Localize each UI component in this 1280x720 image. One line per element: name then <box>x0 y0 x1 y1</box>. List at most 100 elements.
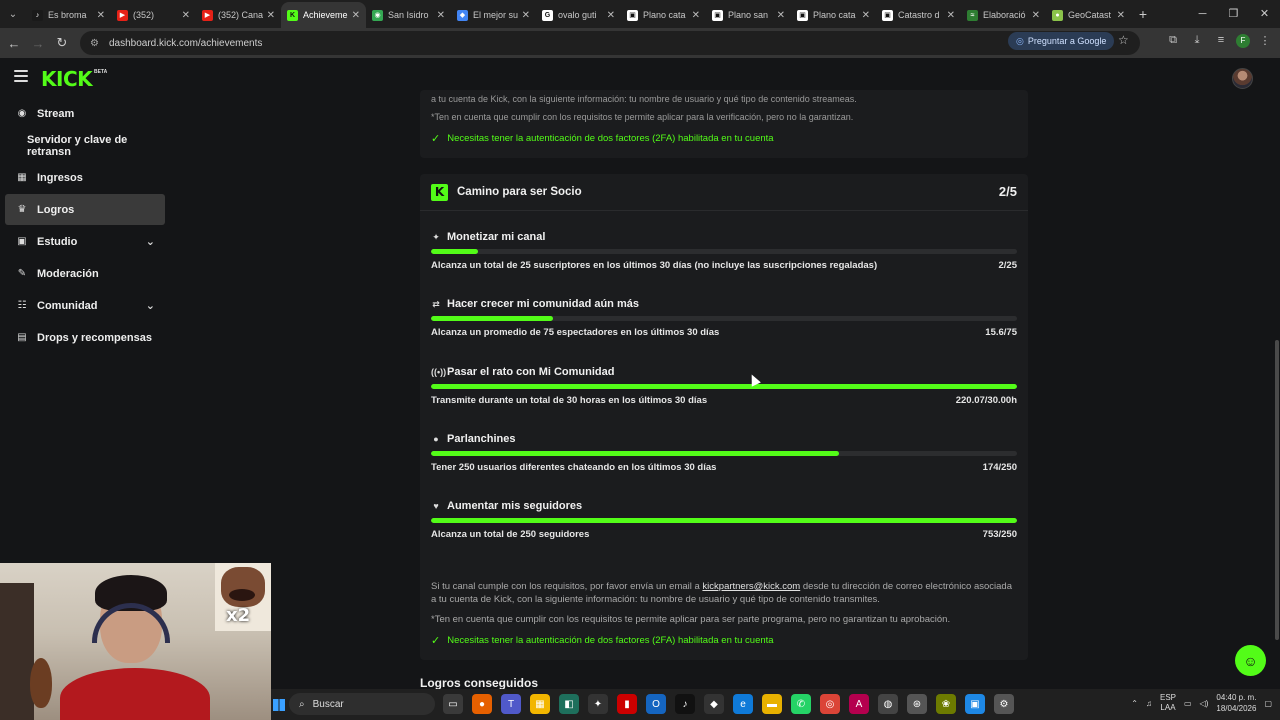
mic-icon[interactable]: ♫ <box>1146 699 1152 708</box>
more-menu-icon[interactable]: ⋮ <box>1256 34 1274 48</box>
ask-google-button[interactable]: ◎ Preguntar a Google <box>1008 32 1115 50</box>
tab-label: Plano cata <box>643 10 686 20</box>
kick-logo[interactable]: KICK <box>41 67 93 91</box>
browser-tab[interactable]: ● GeoCatast ✕ <box>1046 2 1131 28</box>
sidebar-item-achievements[interactable]: ♛ Logros <box>5 194 165 225</box>
close-tab-icon[interactable]: ✕ <box>607 10 615 21</box>
close-tab-icon[interactable]: ✕ <box>692 10 700 21</box>
back-icon[interactable]: ← <box>2 36 26 51</box>
close-tab-icon[interactable]: ✕ <box>862 10 870 21</box>
progress-fill <box>431 451 839 456</box>
store-icon[interactable]: ▦ <box>530 694 550 714</box>
sidebar-item-revenue[interactable]: ▦ Ingresos <box>5 162 165 193</box>
teams-icon[interactable]: T <box>501 694 521 714</box>
forward-icon[interactable]: → <box>26 36 50 51</box>
search-label: Buscar <box>312 698 344 710</box>
app-icon[interactable]: ✦ <box>588 694 608 714</box>
lang-code: ESP <box>1159 693 1176 702</box>
bookmark-star-icon[interactable]: ☆ <box>1118 33 1129 47</box>
app-icon[interactable]: ▮ <box>617 694 637 714</box>
task-view-icon[interactable]: ▭ <box>443 694 463 714</box>
sidebar-item-drops[interactable]: ▤ Drops y recompensas <box>5 322 165 353</box>
close-tab-icon[interactable]: ✕ <box>522 10 530 21</box>
browser-tab[interactable]: ▣ Plano cata ✕ <box>791 2 876 28</box>
firefox-icon[interactable]: ● <box>472 694 492 714</box>
whatsapp-icon[interactable]: ✆ <box>791 694 811 714</box>
user-avatar[interactable] <box>1232 68 1253 89</box>
close-tab-icon[interactable]: ✕ <box>97 10 105 21</box>
explorer-icon[interactable]: ▬ <box>762 694 782 714</box>
browser-tab[interactable]: ▣ Plano san ✕ <box>706 2 791 28</box>
sidebar-item-studio[interactable]: ▣ Estudio ⌄ <box>5 226 165 257</box>
browser-tab[interactable]: Govalo guti ✕ <box>536 2 621 28</box>
notifications-icon[interactable]: ▢ <box>1264 699 1272 708</box>
support-chat-button[interactable]: ☺ <box>1235 645 1266 676</box>
instructions-text: Si tu canal cumple con los requisitos, p… <box>431 581 703 592</box>
close-tab-icon[interactable]: ✕ <box>777 10 785 21</box>
chevron-down-icon[interactable]: ⌄ <box>146 299 155 312</box>
windows-start-icon[interactable] <box>273 698 285 711</box>
edge-icon[interactable]: e <box>733 694 753 714</box>
settings-icon[interactable]: ⚙ <box>994 694 1014 714</box>
sidebar-item-community[interactable]: ☷ Comunidad ⌄ <box>5 290 165 321</box>
close-tab-icon[interactable]: ✕ <box>1032 10 1040 21</box>
chevron-down-icon[interactable]: ⌄ <box>146 235 155 248</box>
site-info-icon[interactable]: ⚙ <box>90 38 99 49</box>
app-icon[interactable]: ▣ <box>965 694 985 714</box>
acrobat-icon[interactable]: A <box>849 694 869 714</box>
url-bar[interactable]: ⚙ dashboard.kick.com/achievements <box>80 31 1140 55</box>
close-tab-icon[interactable]: ✕ <box>947 10 955 21</box>
close-window-icon[interactable]: ✕ <box>1249 0 1280 28</box>
sidebar-item-server-key[interactable]: Servidor y clave de retransn <box>5 130 165 161</box>
achievement-header: ✦ Monetizar mi canal <box>431 230 1017 244</box>
browser-tab[interactable]: ♪ Es broma ✕ <box>26 2 111 28</box>
system-tray: ⌃ ♫ ESP LAA ▭ ◁) 04:40 p. m. 18/04/2026 … <box>1131 692 1272 714</box>
wrench-icon: ✎ <box>17 268 27 279</box>
restore-icon[interactable]: ❐ <box>1218 0 1249 28</box>
tiktok-icon[interactable]: ♪ <box>675 694 695 714</box>
close-tab-icon[interactable]: ✕ <box>437 10 445 21</box>
profile-avatar[interactable]: F <box>1236 34 1250 48</box>
browser-tab[interactable]: ▶ (352) ✕ <box>111 2 196 28</box>
sidebar-item-stream[interactable]: ◉ Stream <box>5 98 165 129</box>
app-icon[interactable]: ❀ <box>936 694 956 714</box>
media-icon[interactable]: ≡ <box>1212 34 1230 48</box>
browser-tab[interactable]: ◉ San Isidro ✕ <box>366 2 451 28</box>
language-indicator[interactable]: ESP LAA <box>1160 693 1176 713</box>
network-icon[interactable]: ▭ <box>1184 699 1192 708</box>
outlook-icon[interactable]: O <box>646 694 666 714</box>
chrome-icon[interactable]: ◎ <box>820 694 840 714</box>
sidebar-item-moderation[interactable]: ✎ Moderación <box>5 258 165 289</box>
url-text: dashboard.kick.com/achievements <box>108 37 263 49</box>
close-tab-icon[interactable]: ✕ <box>267 10 275 21</box>
partner-email-link[interactable]: kickpartners@kick.com <box>702 581 800 592</box>
close-tab-icon[interactable]: ✕ <box>1117 10 1125 21</box>
drops-icon: ▤ <box>17 332 27 343</box>
app-icon[interactable]: ◍ <box>878 694 898 714</box>
new-tab-button[interactable]: + <box>1131 6 1155 22</box>
clock[interactable]: 04:40 p. m. 18/04/2026 <box>1216 692 1256 714</box>
taskbar-search[interactable]: ⌕ Buscar <box>289 693 435 715</box>
browser-tab[interactable]: ◆ El mejor su ✕ <box>451 2 536 28</box>
minimize-icon[interactable]: ─ <box>1187 0 1218 28</box>
browser-tab[interactable]: ▣ Plano cata ✕ <box>621 2 706 28</box>
close-tab-icon[interactable]: ✕ <box>182 10 190 21</box>
app-icon[interactable]: ⊛ <box>907 694 927 714</box>
tab-search-icon[interactable]: ⌄ <box>0 0 26 28</box>
browser-tab[interactable]: ▣ Catastro d ✕ <box>876 2 961 28</box>
volume-icon[interactable]: ◁) <box>1200 699 1209 708</box>
menu-icon[interactable] <box>14 70 28 85</box>
download-icon[interactable]: ⤓ <box>1188 34 1206 48</box>
browser-tab[interactable]: ≈ Elaboració ✕ <box>961 2 1046 28</box>
page-scrollbar[interactable] <box>1275 340 1279 640</box>
tray-expand-icon[interactable]: ⌃ <box>1131 699 1138 708</box>
verification-card: a tu cuenta de Kick, con la siguiente in… <box>420 90 1028 158</box>
browser-tools: ⧉ ⤓ ≡ F ⋮ <box>1164 34 1274 48</box>
app-icon[interactable]: ◧ <box>559 694 579 714</box>
close-tab-icon[interactable]: ✕ <box>352 10 360 21</box>
browser-tab[interactable]: ▶ (352) Cana ✕ <box>196 2 281 28</box>
app-icon[interactable]: ◆ <box>704 694 724 714</box>
extensions-icon[interactable]: ⧉ <box>1164 34 1182 48</box>
browser-tab[interactable]: K Achievements ✕ <box>281 2 366 28</box>
reload-icon[interactable]: ↻ <box>50 35 74 51</box>
